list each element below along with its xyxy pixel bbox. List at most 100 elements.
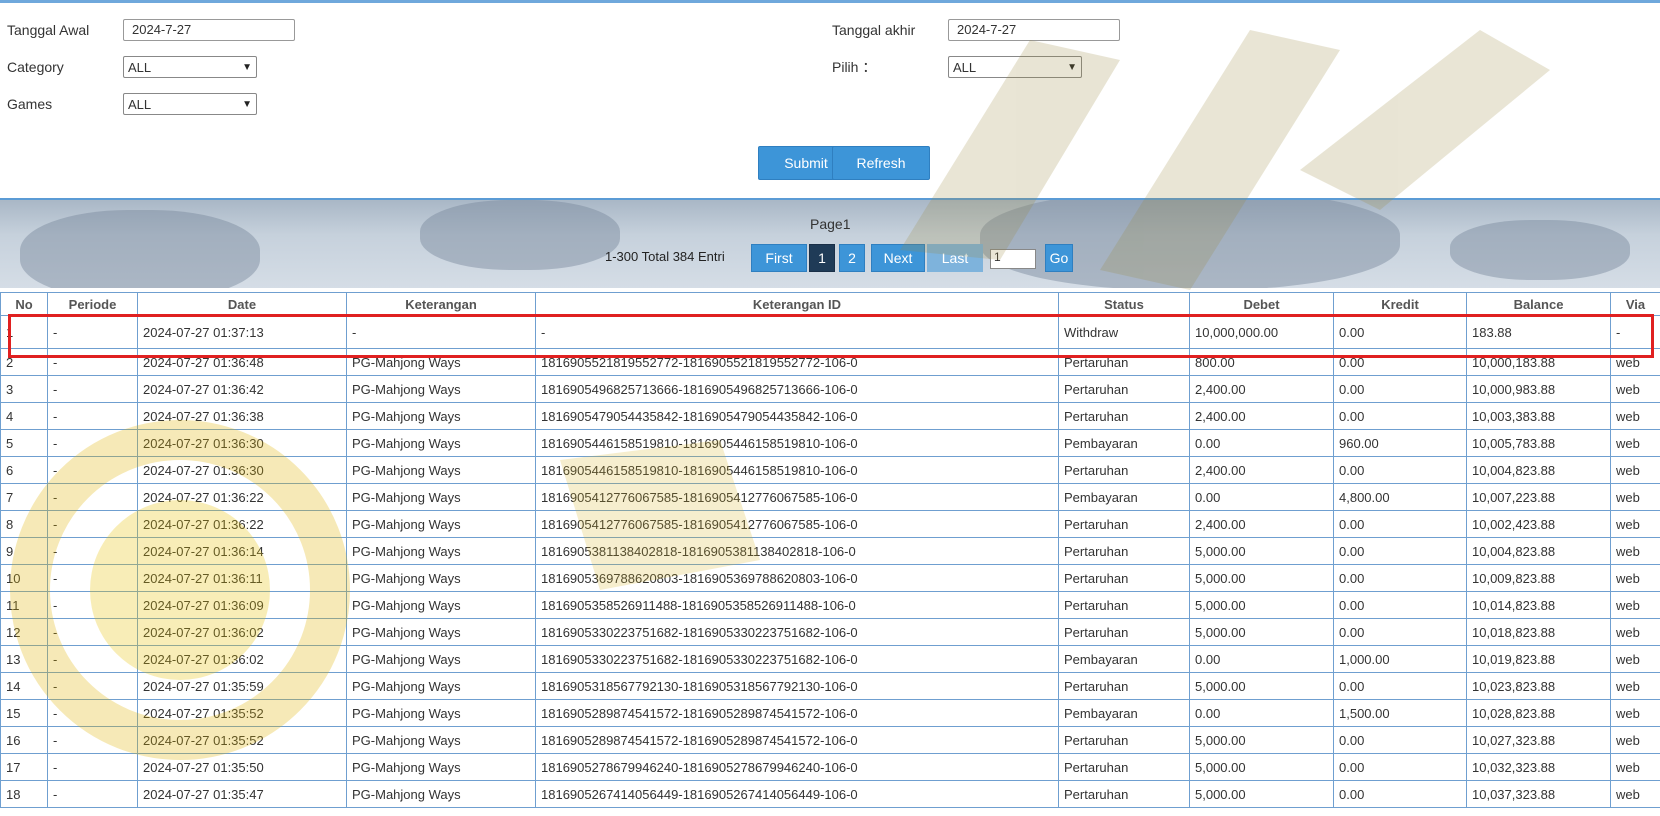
column-header[interactable]: Kredit — [1333, 292, 1467, 316]
transaction-id-link[interactable]: 1816905330223751682-1816905330223751682-… — [535, 618, 1059, 646]
column-header[interactable]: Status — [1058, 292, 1190, 316]
transaction-id-link[interactable]: 1816905358526911488-1816905358526911488-… — [535, 591, 1059, 619]
column-header[interactable]: Via — [1610, 292, 1660, 316]
transaction-id-link[interactable]: 1816905446158519810-1816905446158519810-… — [535, 456, 1059, 484]
column-header[interactable]: Balance — [1466, 292, 1611, 316]
table-cell: Pertaruhan — [1058, 726, 1190, 754]
pilih-select[interactable]: ALL ▼ — [948, 56, 1082, 78]
last-page-button[interactable]: Last — [927, 244, 983, 272]
table-cell: 2024-07-27 01:36:30 — [137, 456, 347, 484]
map-background-shape — [1450, 220, 1630, 280]
page-2-button[interactable]: 2 — [839, 244, 865, 272]
table-row: 18-2024-07-27 01:35:47 PG-Mahjong Ways 181… — [0, 780, 1660, 808]
table-row: 6-2024-07-27 01:36:30 PG-Mahjong Ways 1816… — [0, 456, 1660, 484]
map-background-shape — [20, 210, 260, 288]
table-cell: 2024-07-27 01:36:22 — [137, 510, 347, 538]
column-header[interactable]: Debet — [1189, 292, 1334, 316]
table-cell: Pertaruhan — [1058, 456, 1190, 484]
table-cell: 0.00 — [1189, 699, 1334, 727]
chevron-down-icon: ▼ — [242, 61, 252, 73]
transaction-id-link[interactable]: 1816905278679946240-1816905278679946240-… — [535, 753, 1059, 781]
column-header[interactable]: Keterangan ID — [535, 292, 1059, 316]
first-page-button[interactable]: First — [751, 244, 807, 272]
column-header[interactable]: Date — [137, 292, 347, 316]
page-number-input[interactable]: 1 — [990, 249, 1036, 269]
table-row: 13-2024-07-27 01:36:02 PG-Mahjong Ways 181… — [0, 645, 1660, 673]
table-cell: 2024-07-27 01:36:42 — [137, 375, 347, 403]
table-cell: 2024-07-27 01:36:38 — [137, 402, 347, 430]
start-date-input[interactable]: 2024-7-27 — [123, 19, 295, 41]
table-cell: 2024-07-27 01:35:52 — [137, 699, 347, 727]
transaction-id-link[interactable]: 1816905479054435842-1816905479054435842-… — [535, 402, 1059, 430]
table-cell: 0.00 — [1333, 591, 1467, 619]
table-cell: 10,014,823.88 — [1466, 591, 1611, 619]
table-cell: - — [47, 456, 138, 484]
table-cell: 10,007,223.88 — [1466, 483, 1611, 511]
table-cell: 5,000.00 — [1189, 726, 1334, 754]
end-date-label: Tanggal akhir — [832, 22, 916, 38]
table-cell: 4 — [0, 402, 48, 430]
table-cell: 3 — [0, 375, 48, 403]
table-row: 8-2024-07-27 01:36:22 PG-Mahjong Ways 1816… — [0, 510, 1660, 538]
table-cell: PG-Mahjong Ways — [346, 456, 536, 484]
refresh-button[interactable]: Refresh — [832, 146, 930, 180]
page-1-button[interactable]: 1 — [809, 244, 835, 272]
table-cell: 5,000.00 — [1189, 564, 1334, 592]
transaction-id-link[interactable]: 1816905381138402818-1816905381138402818-… — [535, 537, 1059, 565]
table-cell: 0.00 — [1333, 456, 1467, 484]
table-cell: - — [47, 753, 138, 781]
table-cell: web — [1610, 537, 1660, 565]
table-cell: 10,003,383.88 — [1466, 402, 1611, 430]
table-cell: - — [47, 402, 138, 430]
table-cell: web — [1610, 429, 1660, 457]
table-cell: 1,500.00 — [1333, 699, 1467, 727]
transaction-id-link[interactable]: 1816905330223751682-1816905330223751682-… — [535, 645, 1059, 673]
column-header[interactable]: Periode — [47, 292, 138, 316]
table-cell: PG-Mahjong Ways — [346, 645, 536, 673]
column-header[interactable]: No — [0, 292, 48, 316]
table-cell: 800.00 — [1189, 348, 1334, 376]
category-select[interactable]: ALL ▼ — [123, 56, 257, 78]
table-cell: 5,000.00 — [1189, 672, 1334, 700]
table-cell: 2024-07-27 01:36:22 — [137, 483, 347, 511]
transaction-id-link[interactable]: 1816905369788620803-1816905369788620803-… — [535, 564, 1059, 592]
table-cell: web — [1610, 780, 1660, 808]
table-row: 3-2024-07-27 01:36:42 PG-Mahjong Ways 1816… — [0, 375, 1660, 403]
transaction-id-link[interactable]: 1816905521819552772-1816905521819552772-… — [535, 348, 1059, 376]
table-row: 1-2024-07-27 01:37:13- - Withdraw 10,000,00… — [0, 315, 1660, 349]
table-cell: 2024-07-27 01:36:02 — [137, 618, 347, 646]
games-select[interactable]: ALL ▼ — [123, 93, 257, 115]
transaction-id-link[interactable]: 1816905412776067585-1816905412776067585-… — [535, 510, 1059, 538]
table-cell: PG-Mahjong Ways — [346, 537, 536, 565]
table-cell: 10 — [0, 564, 48, 592]
table-cell: web — [1610, 672, 1660, 700]
table-cell: Pertaruhan — [1058, 537, 1190, 565]
transaction-id-link[interactable]: 1816905412776067585-1816905412776067585-… — [535, 483, 1059, 511]
transaction-id-link[interactable]: 1816905267414056449-1816905267414056449-… — [535, 780, 1059, 808]
column-header[interactable]: Keterangan — [346, 292, 536, 316]
table-row: 4-2024-07-27 01:36:38 PG-Mahjong Ways 1816… — [0, 402, 1660, 430]
entries-count: 1-300 Total 384 Entri — [605, 249, 725, 264]
table-cell: PG-Mahjong Ways — [346, 429, 536, 457]
transaction-id-link[interactable]: 1816905446158519810-1816905446158519810-… — [535, 429, 1059, 457]
table-cell: 2 — [0, 348, 48, 376]
transaction-table: No Periode Date Keterangan Keterangan ID… — [0, 292, 1660, 808]
table-cell: 4,800.00 — [1333, 483, 1467, 511]
map-background-shape — [980, 200, 1400, 288]
end-date-input[interactable]: 2024-7-27 — [948, 19, 1120, 41]
table-cell: PG-Mahjong Ways — [346, 510, 536, 538]
go-button[interactable]: Go — [1045, 244, 1073, 272]
next-page-button[interactable]: Next — [871, 244, 925, 272]
table-cell: Pertaruhan — [1058, 672, 1190, 700]
table-cell: 2024-07-27 01:36:14 — [137, 537, 347, 565]
table-cell: Pertaruhan — [1058, 618, 1190, 646]
table-cell: PG-Mahjong Ways — [346, 375, 536, 403]
table-row: 9-2024-07-27 01:36:14 PG-Mahjong Ways 1816… — [0, 537, 1660, 565]
transaction-id-link[interactable]: 1816905289874541572-1816905289874541572-… — [535, 726, 1059, 754]
transaction-id-link[interactable]: 1816905289874541572-1816905289874541572-… — [535, 699, 1059, 727]
table-cell: PG-Mahjong Ways — [346, 402, 536, 430]
transaction-id-link[interactable]: 1816905496825713666-1816905496825713666-… — [535, 375, 1059, 403]
table-cell: 1 — [0, 315, 48, 349]
transaction-id-link[interactable]: 1816905318567792130-1816905318567792130-… — [535, 672, 1059, 700]
table-cell: Pertaruhan — [1058, 591, 1190, 619]
